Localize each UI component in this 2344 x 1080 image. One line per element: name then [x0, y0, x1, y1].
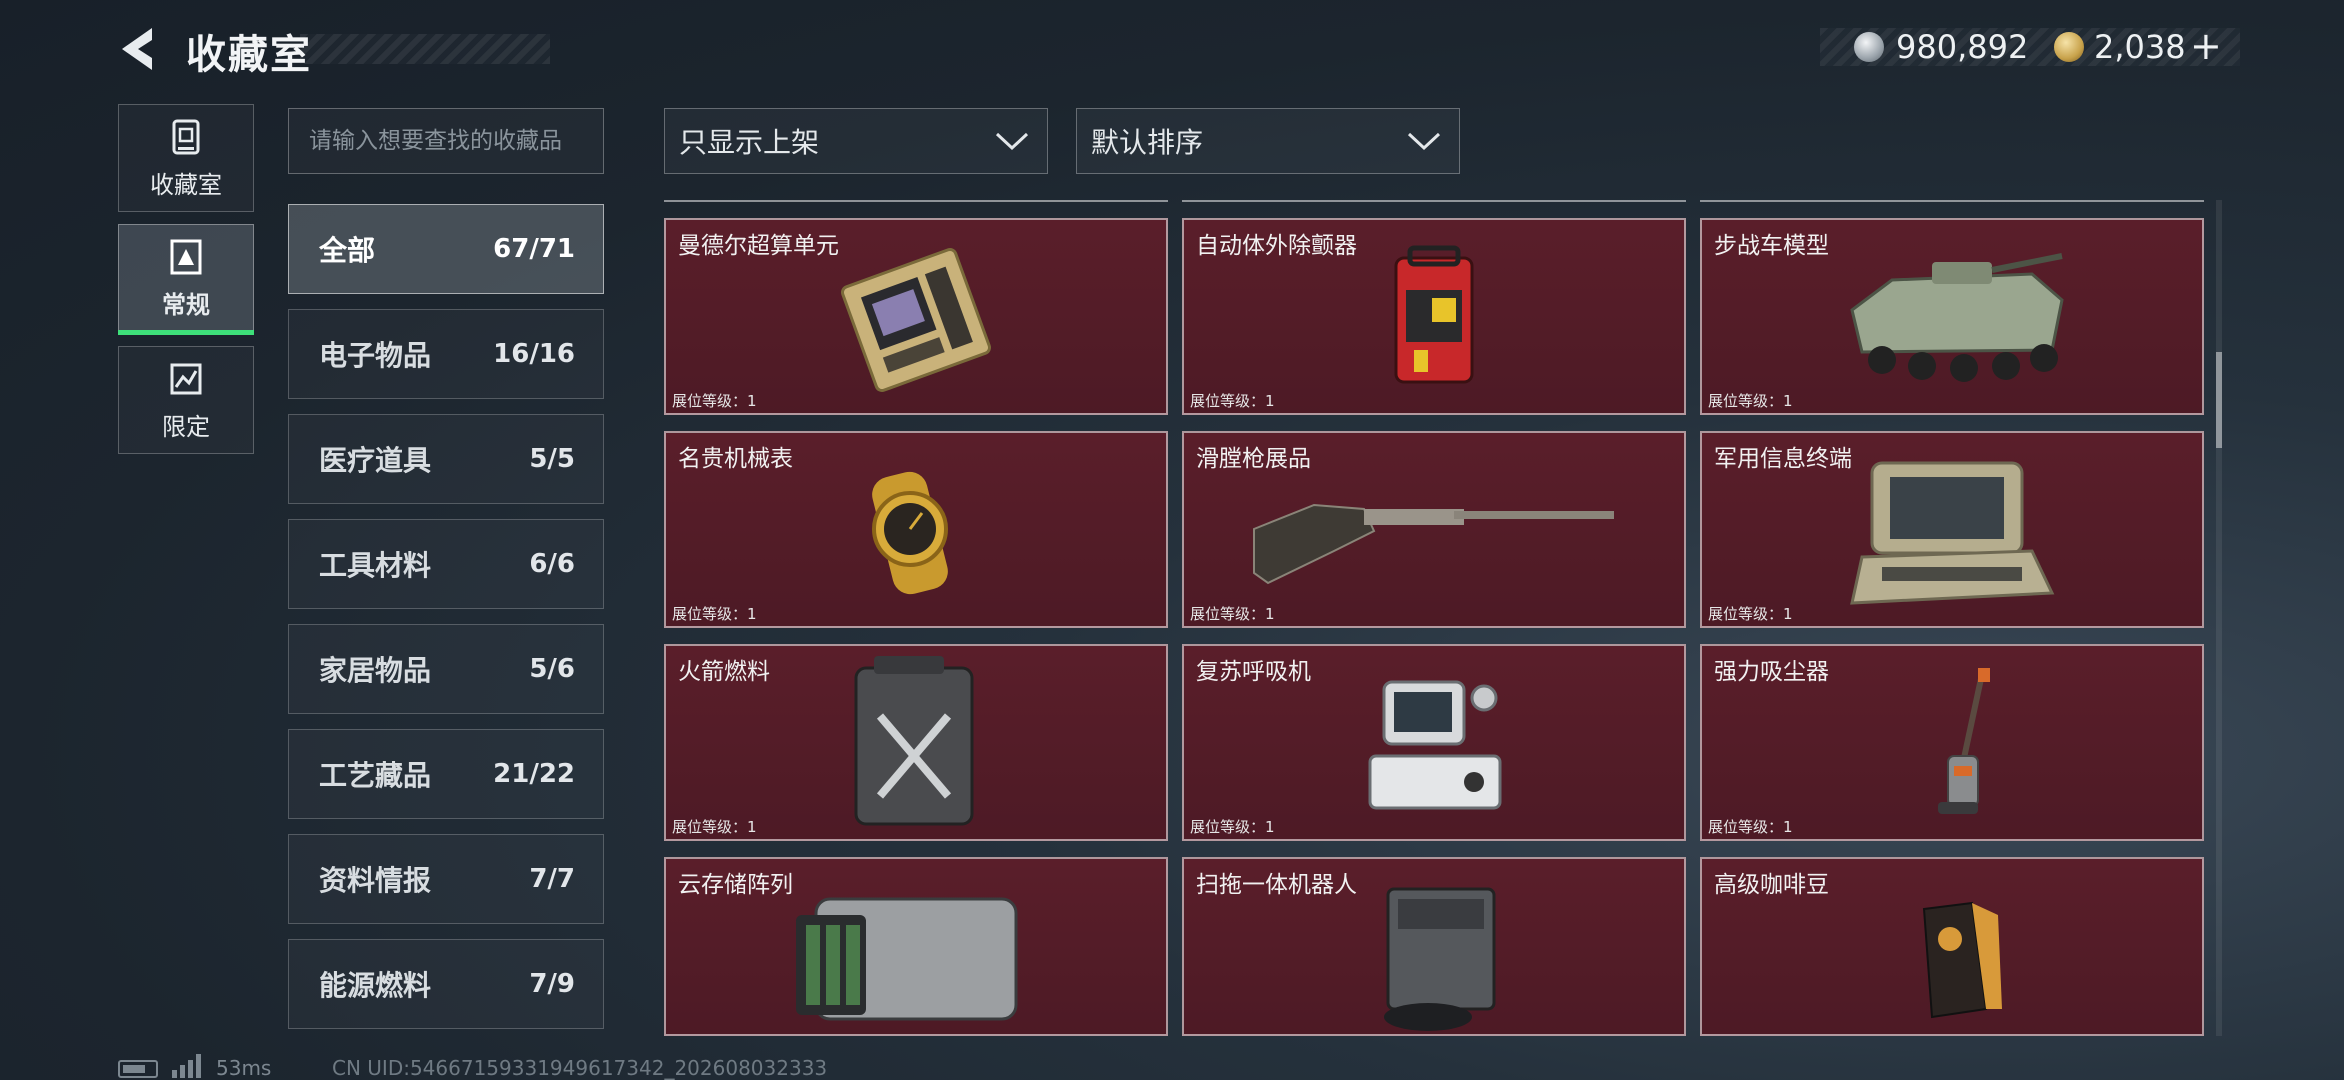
booth-level: 展位等级：1 [1190, 605, 1275, 623]
collectible-card[interactable]: 自动体外除颤器 展位等级：1 [1182, 218, 1686, 415]
collectible-card[interactable]: 云存储阵列 [664, 857, 1168, 1036]
chevron-down-icon [995, 132, 1029, 151]
booth-level: 展位等级：1 [1190, 818, 1275, 836]
search-input[interactable] [288, 108, 604, 174]
side-tab-regular[interactable]: 常规 [118, 224, 254, 335]
collectible-card[interactable]: 强力吸尘器 展位等级：1 [1700, 644, 2204, 841]
item-name: 扫拖一体机器人 [1196, 872, 1357, 898]
scrollbar-track[interactable] [2216, 200, 2222, 1036]
ping-value: 53ms [216, 1056, 272, 1080]
item-name: 军用信息终端 [1714, 446, 1852, 472]
category-name: 电子物品 [319, 339, 432, 372]
category-name: 全部 [319, 234, 376, 267]
category-tools[interactable]: 工具材料 6/6 [288, 519, 604, 609]
category-name: 工具材料 [319, 549, 432, 582]
regular-icon [170, 239, 202, 274]
collectible-card[interactable]: 高级咖啡豆 [1700, 857, 2204, 1036]
item-name: 强力吸尘器 [1714, 659, 1829, 685]
booth-level: 展位等级：1 [1708, 818, 1793, 836]
item-name: 火箭燃料 [678, 659, 770, 685]
add-currency-button[interactable]: + [2190, 24, 2222, 68]
booth-level: 展位等级：1 [672, 605, 757, 623]
category-all[interactable]: 全部 67/71 [288, 204, 604, 294]
row-edge [1182, 200, 1686, 203]
category-intel[interactable]: 资料情报 7/7 [288, 834, 604, 924]
category-electronics[interactable]: 电子物品 16/16 [288, 309, 604, 399]
chevron-down-icon [1407, 132, 1441, 151]
category-count: 5/6 [529, 654, 575, 684]
category-count: 7/7 [529, 864, 575, 894]
dropdown-value: 只显示上架 [679, 126, 820, 159]
collectible-card[interactable]: 火箭燃料 展位等级：1 [664, 644, 1168, 841]
category-count: 7/9 [529, 969, 575, 999]
booth-level: 展位等级：1 [1190, 392, 1275, 410]
category-name: 资料情报 [319, 864, 432, 897]
booth-level: 展位等级：1 [1708, 605, 1793, 623]
signal-icon [172, 1054, 201, 1078]
item-name: 云存储阵列 [678, 872, 793, 898]
silver-amount: 980,892 [1896, 28, 2029, 66]
show-filter-dropdown[interactable]: 只显示上架 [664, 108, 1048, 174]
side-tab-label: 限定 [162, 412, 210, 441]
item-name: 自动体外除颤器 [1196, 233, 1357, 259]
category-name: 家居物品 [319, 654, 432, 687]
item-name: 步战车模型 [1714, 233, 1829, 259]
sort-dropdown[interactable]: 默认排序 [1076, 108, 1460, 174]
item-name: 曼德尔超算单元 [678, 233, 839, 259]
booth-level: 展位等级：1 [672, 392, 757, 410]
battery-icon [118, 1060, 158, 1078]
side-tab-limited[interactable]: 限定 [118, 346, 254, 454]
collectible-card[interactable]: 步战车模型 展位等级：1 [1700, 218, 2204, 415]
collectible-card[interactable]: 扫拖一体机器人 [1182, 857, 1686, 1036]
category-count: 5/5 [529, 444, 575, 474]
collectible-card[interactable]: 滑膛枪展品 展位等级：1 [1182, 431, 1686, 628]
collectible-card[interactable]: 复苏呼吸机 展位等级：1 [1182, 644, 1686, 841]
category-count: 21/22 [493, 759, 575, 789]
scrollbar-thumb[interactable] [2216, 352, 2222, 448]
gold-coin-icon [2054, 32, 2084, 62]
dropdown-value: 默认排序 [1091, 126, 1204, 159]
back-arrow-icon[interactable] [118, 26, 160, 72]
side-tab-label: 常规 [162, 290, 210, 319]
booth-level: 展位等级：1 [672, 818, 757, 836]
category-count: 67/71 [493, 234, 575, 264]
collection-icon [172, 119, 200, 154]
page-title: 收藏室 [186, 32, 312, 78]
category-count: 16/16 [493, 339, 575, 369]
category-name: 医疗道具 [319, 444, 432, 477]
gold-amount: 2,038 [2094, 28, 2186, 66]
row-edge [664, 200, 1168, 203]
title-decoration [300, 34, 550, 64]
row-edge [1700, 200, 2204, 203]
category-name: 工艺藏品 [319, 759, 432, 792]
limited-icon [170, 363, 202, 394]
category-energy[interactable]: 能源燃料 7/9 [288, 939, 604, 1029]
item-name: 滑膛枪展品 [1196, 446, 1311, 472]
category-medical[interactable]: 医疗道具 5/5 [288, 414, 604, 504]
collectible-card[interactable]: 名贵机械表 展位等级：1 [664, 431, 1168, 628]
collectible-card[interactable]: 军用信息终端 展位等级：1 [1700, 431, 2204, 628]
item-name: 高级咖啡豆 [1714, 872, 1829, 898]
category-crafts[interactable]: 工艺藏品 21/22 [288, 729, 604, 819]
category-household[interactable]: 家居物品 5/6 [288, 624, 604, 714]
user-uid: CN UID:54667159331949617342_202608032333 [332, 1056, 828, 1080]
silver-coin-icon [1854, 32, 1884, 62]
category-count: 6/6 [529, 549, 575, 579]
item-name: 复苏呼吸机 [1196, 659, 1311, 685]
side-tab-label: 收藏室 [150, 170, 222, 199]
collectible-card[interactable]: 曼德尔超算单元 展位等级：1 [664, 218, 1168, 415]
item-name: 名贵机械表 [678, 446, 793, 472]
side-tab-collection[interactable]: 收藏室 [118, 104, 254, 212]
booth-level: 展位等级：1 [1708, 392, 1793, 410]
category-name: 能源燃料 [319, 969, 432, 1002]
